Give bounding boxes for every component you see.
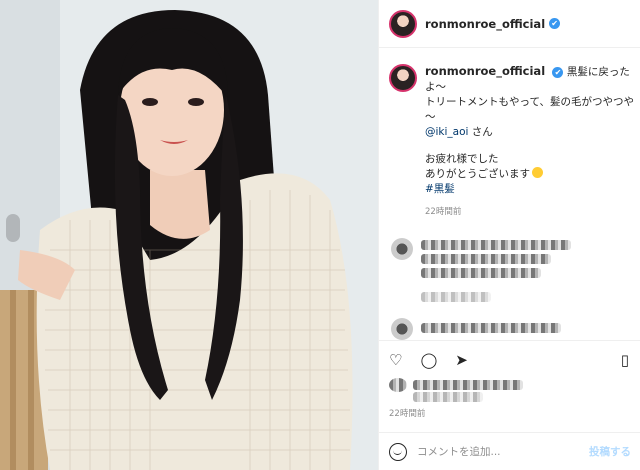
smile-emoji-icon	[532, 167, 543, 178]
post-photo[interactable]	[0, 0, 378, 470]
bookmark-icon[interactable]: ▯	[621, 351, 629, 369]
action-bar: ♡ ◯ ➤ ▯	[379, 340, 640, 369]
verified-badge-icon: ✔	[549, 18, 561, 29]
liker-avatar-blurred	[389, 378, 407, 392]
caption-body: ronmonroe_official ✔ 黒髪に戻ったよ～ トリートメントもやっ…	[425, 64, 634, 220]
mention-link[interactable]: @iki_aoi	[425, 126, 468, 138]
caption-time: 22時間前	[425, 207, 462, 217]
caption: ronmonroe_official ✔ 黒髪に戻ったよ～ トリートメントもやっ…	[389, 64, 634, 220]
carousel-indicator	[6, 214, 20, 242]
comment-avatar-blurred	[391, 238, 413, 260]
post-comment-button[interactable]: 投稿する	[589, 444, 631, 459]
comment-bar: 投稿する	[379, 432, 640, 470]
comment-input[interactable]	[417, 445, 589, 458]
comment-blurred	[421, 254, 551, 264]
post-side-panel: ronmonroe_official ✔ ronmonroe_official …	[378, 0, 640, 470]
header-username[interactable]: ronmonroe_official	[425, 17, 545, 31]
likes-blurred	[413, 392, 483, 402]
comment-blurred	[421, 323, 561, 333]
post-header: ronmonroe_official ✔	[379, 0, 640, 48]
likes-blurred	[413, 380, 523, 390]
comment-meta-blurred	[421, 292, 491, 302]
comment-blurred	[421, 268, 541, 278]
caption-line-2: トリートメントもやって、髪の毛がつやつや～	[425, 96, 634, 123]
mention-suffix: さん	[468, 126, 493, 138]
avatar[interactable]	[389, 9, 417, 38]
comment-avatar-blurred	[391, 318, 413, 340]
heart-icon[interactable]: ♡	[389, 351, 402, 369]
post-timestamp: 22時間前	[389, 409, 426, 419]
caption-line-3: お疲れ様でした	[425, 153, 499, 165]
comment-blurred	[421, 240, 571, 250]
photo-illustration	[0, 0, 378, 470]
hashtag-link[interactable]: #黒髪	[425, 182, 634, 197]
comment-icon[interactable]: ◯	[420, 351, 437, 369]
emoji-icon[interactable]	[389, 442, 407, 461]
verified-badge-icon: ✔	[552, 67, 564, 78]
caption-avatar[interactable]	[389, 64, 417, 92]
instagram-post: ronmonroe_official ✔ ronmonroe_official …	[0, 0, 640, 470]
share-icon[interactable]: ➤	[455, 351, 468, 369]
caption-username[interactable]: ronmonroe_official	[425, 64, 545, 78]
caption-line-4: ありがとうございます	[425, 168, 530, 180]
